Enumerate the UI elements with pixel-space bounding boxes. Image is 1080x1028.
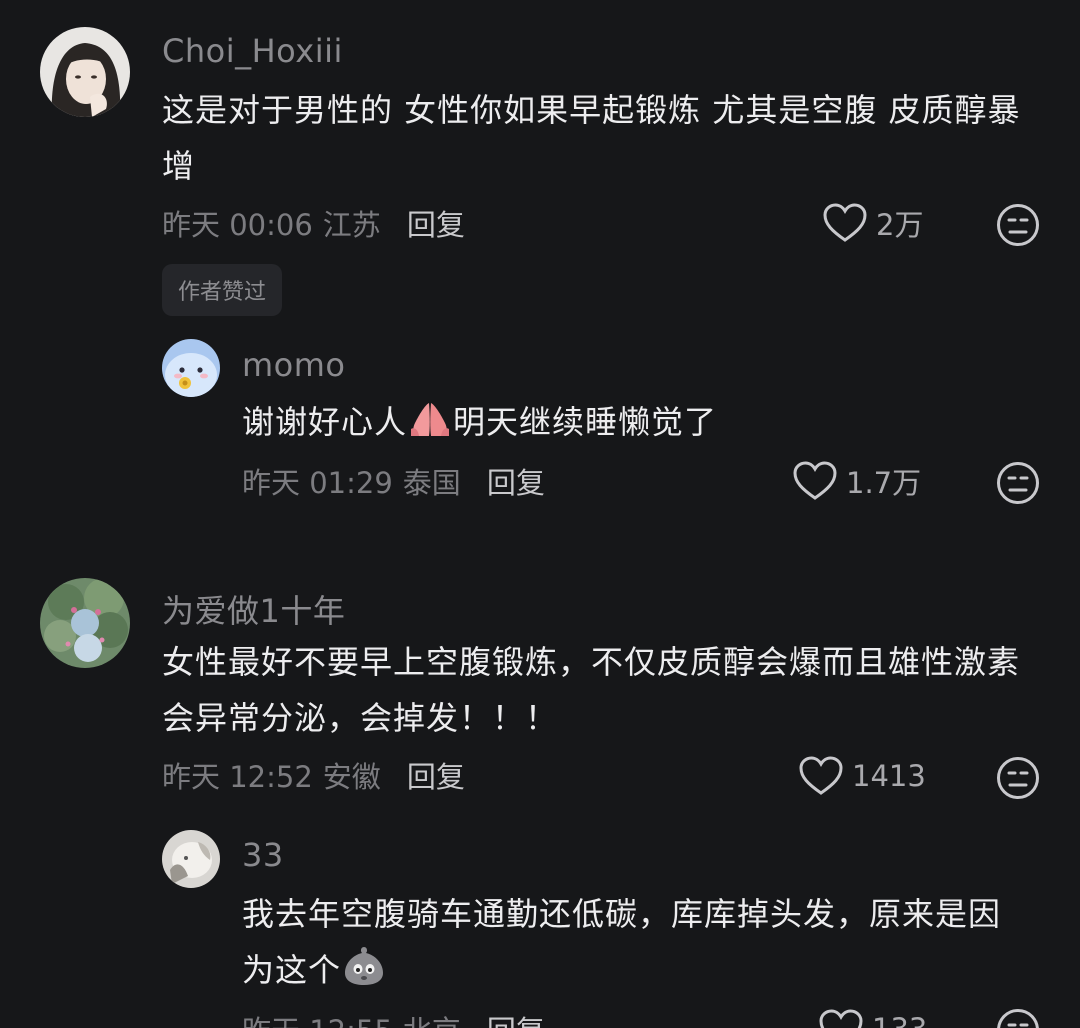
reply-button[interactable]: 回复 (407, 754, 465, 796)
like-count: 1.7万 (846, 466, 922, 500)
comment-meta: 昨天 12:52 安徽 回复 (162, 754, 465, 796)
comment-meta: 昨天 01:29 泰国 回复 (242, 460, 545, 502)
comment-location: 安徽 (322, 760, 381, 794)
dislike-face-icon[interactable] (996, 1008, 1040, 1028)
username[interactable]: 为爱做1十年 (162, 586, 345, 632)
sad-face-emoji (341, 943, 387, 1004)
comment-item: Choi_Hoxiii 这是对于男性的 女性你如果早起锻炼 尤其是空腹 皮质醇暴… (0, 0, 1080, 320)
pray-hands-emoji (407, 399, 453, 456)
like-count: 2万 (876, 208, 924, 242)
dislike-face-icon[interactable] (996, 461, 1040, 505)
like-count: 133 (872, 1012, 927, 1028)
comment-list: Choi_Hoxiii 这是对于男性的 女性你如果早起锻炼 尤其是空腹 皮质醇暴… (0, 0, 1080, 1028)
avatar[interactable] (162, 830, 220, 888)
comment-text: 我去年空腹骑车通勤还低碳，库库掉头发，原来是因为这个 (242, 886, 1032, 1004)
reply-item: momo 谢谢好心人 明天继续睡懒觉了 昨天 01:29 泰国 回复 1.7万 (0, 330, 1080, 530)
comment-time: 昨天 01:29 (242, 466, 393, 500)
comment-meta: 昨天 12:55 北京 回复 (242, 1008, 545, 1028)
author-liked-badge: 作者赞过 (162, 264, 283, 316)
avatar[interactable] (162, 339, 220, 397)
heart-icon (819, 1009, 863, 1028)
dislike-face-icon[interactable] (996, 756, 1040, 800)
comment-text: 这是对于男性的 女性你如果早起锻炼 尤其是空腹 皮质醇暴增 (162, 91, 1021, 185)
comment-time: 昨天 12:52 (162, 760, 313, 794)
reply-button[interactable]: 回复 (407, 202, 465, 244)
username[interactable]: 33 (242, 836, 284, 874)
comment-time: 昨天 12:55 (242, 1008, 393, 1028)
avatar[interactable] (40, 578, 130, 668)
comment-text: 女性最好不要早上空腹锻炼，不仅皮质醇会爆而且雄性激素会异常分泌，会掉发！！！ (162, 643, 1021, 737)
like-button[interactable]: 2万 (822, 202, 923, 244)
comment-location: 江苏 (322, 208, 381, 242)
comment-location: 北京 (403, 1008, 461, 1028)
comment-time: 昨天 00:06 (162, 208, 313, 242)
like-count: 1413 (852, 759, 926, 793)
username[interactable]: Choi_Hoxiii (162, 32, 343, 70)
like-button[interactable]: 133 (818, 1008, 927, 1028)
comment-text: 谢谢好心人 明天继续睡懒觉了 (242, 394, 1022, 456)
reply-button[interactable]: 回复 (487, 460, 545, 502)
like-button[interactable]: 1413 (798, 755, 926, 797)
avatar[interactable] (40, 27, 130, 117)
comment-item: 为爱做1十年 女性最好不要早上空腹锻炼，不仅皮质醇会爆而且雄性激素会异常分泌，会… (0, 570, 1080, 820)
comment-location: 泰国 (402, 466, 461, 500)
heart-icon (823, 203, 867, 242)
reply-button[interactable]: 回复 (487, 1008, 545, 1028)
heart-icon (799, 756, 843, 795)
heart-icon (793, 461, 837, 500)
dislike-face-icon[interactable] (996, 203, 1040, 247)
comment-meta: 昨天 00:06 江苏 回复 (162, 202, 465, 244)
like-button[interactable]: 1.7万 (792, 460, 921, 502)
username[interactable]: momo (242, 346, 346, 384)
reply-item: 33 我去年空腹骑车通勤还低碳，库库掉头发，原来是因为这个 昨天 12:55 北… (0, 820, 1080, 1028)
